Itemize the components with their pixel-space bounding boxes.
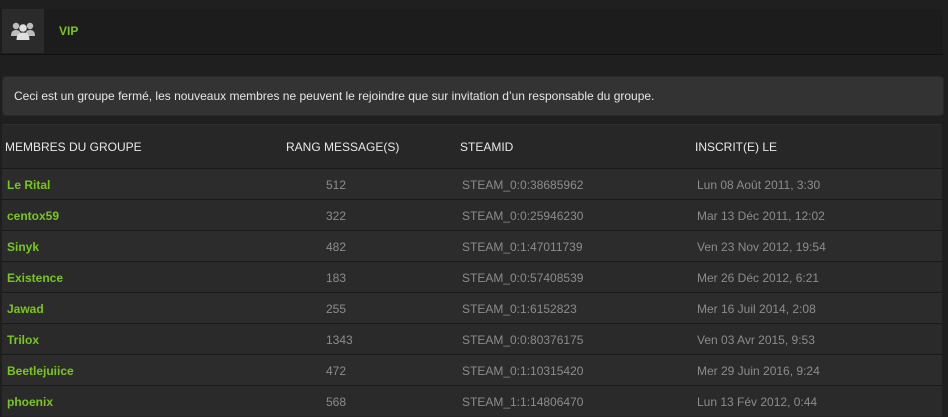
- member-name-link[interactable]: Beetlejuiice: [7, 364, 74, 378]
- column-header-rank-messages: RANG MESSAGE(S): [286, 140, 400, 154]
- member-message-count: 1343: [326, 333, 353, 347]
- table-header: MEMBRES DU GROUPE RANG MESSAGE(S) STEAMI…: [2, 124, 942, 169]
- member-steamid: STEAM_1:1:14806470: [462, 395, 584, 409]
- table-row: Existence 183 STEAM_0:0:57408539 Mer 26 …: [2, 261, 942, 292]
- member-joined-date: Lun 08 Août 2011, 3:30: [697, 178, 821, 192]
- member-message-count: 482: [326, 240, 347, 254]
- member-steamid: STEAM_0:1:47011739: [462, 240, 583, 254]
- member-joined-date: Mer 26 Déc 2012, 6:21: [697, 271, 820, 285]
- member-name-link[interactable]: phoenix: [7, 395, 53, 409]
- member-name-link[interactable]: Trilox: [7, 333, 39, 347]
- table-row: Trilox 1343 STEAM_0:0:80376175 Ven 03 Av…: [2, 323, 942, 354]
- member-name-link[interactable]: Le Rital: [7, 178, 50, 192]
- group-title: VIP: [59, 24, 79, 38]
- member-message-count: 472: [326, 364, 347, 378]
- column-header-members: MEMBRES DU GROUPE: [5, 140, 142, 154]
- table-row: Jawad 255 STEAM_0:1:6152823 Mer 16 Juil …: [2, 292, 942, 323]
- member-message-count: 183: [326, 271, 347, 285]
- member-steamid: STEAM_0:0:38685962: [462, 178, 584, 192]
- member-name-link[interactable]: Jawad: [7, 302, 44, 316]
- member-joined-date: Mer 16 Juil 2014, 2:08: [697, 302, 816, 316]
- member-name-link[interactable]: centox59: [7, 209, 59, 223]
- member-steamid: STEAM_0:0:57408539: [462, 271, 584, 285]
- member-steamid: STEAM_0:1:10315420: [462, 364, 584, 378]
- table-body: Le Rital 512 STEAM_0:0:38685962 Lun 08 A…: [2, 168, 942, 416]
- member-name-link[interactable]: Sinyk: [7, 240, 39, 254]
- member-message-count: 255: [326, 302, 347, 316]
- member-joined-date: Mer 29 Juin 2016, 9:24: [697, 364, 820, 378]
- closed-group-notice: Ceci est un groupe fermé, les nouveaux m…: [2, 76, 944, 116]
- member-name-link[interactable]: Existence: [7, 271, 63, 285]
- table-row: Le Rital 512 STEAM_0:0:38685962 Lun 08 A…: [2, 168, 942, 199]
- group-header: VIP: [0, 9, 943, 55]
- table-row: centox59 322 STEAM_0:0:25946230 Mar 13 D…: [2, 199, 942, 230]
- members-table: MEMBRES DU GROUPE RANG MESSAGE(S) STEAMI…: [2, 124, 942, 417]
- table-row: Sinyk 482 STEAM_0:1:47011739 Ven 23 Nov …: [2, 230, 942, 261]
- member-steamid: STEAM_0:1:6152823: [462, 302, 577, 316]
- member-message-count: 568: [326, 395, 347, 409]
- column-header-joined: INSCRIT(E) LE: [695, 140, 778, 154]
- member-message-count: 512: [326, 178, 347, 192]
- table-row: Beetlejuiice 472 STEAM_0:1:10315420 Mer …: [2, 354, 942, 385]
- column-header-steamid: STEAMID: [460, 140, 514, 154]
- notice-text: Ceci est un groupe fermé, les nouveaux m…: [14, 89, 655, 103]
- member-joined-date: Ven 03 Avr 2015, 9:53: [697, 333, 815, 347]
- member-steamid: STEAM_0:0:25946230: [462, 209, 584, 223]
- member-joined-date: Lun 13 Fév 2012, 0:44: [697, 395, 818, 409]
- member-steamid: STEAM_0:0:80376175: [462, 333, 584, 347]
- member-joined-date: Mar 13 Déc 2011, 12:02: [697, 209, 825, 223]
- member-message-count: 322: [326, 209, 347, 223]
- table-row: phoenix 568 STEAM_1:1:14806470 Lun 13 Fé…: [2, 385, 942, 416]
- member-joined-date: Ven 23 Nov 2012, 19:54: [697, 240, 826, 254]
- users-group-icon: [2, 9, 44, 53]
